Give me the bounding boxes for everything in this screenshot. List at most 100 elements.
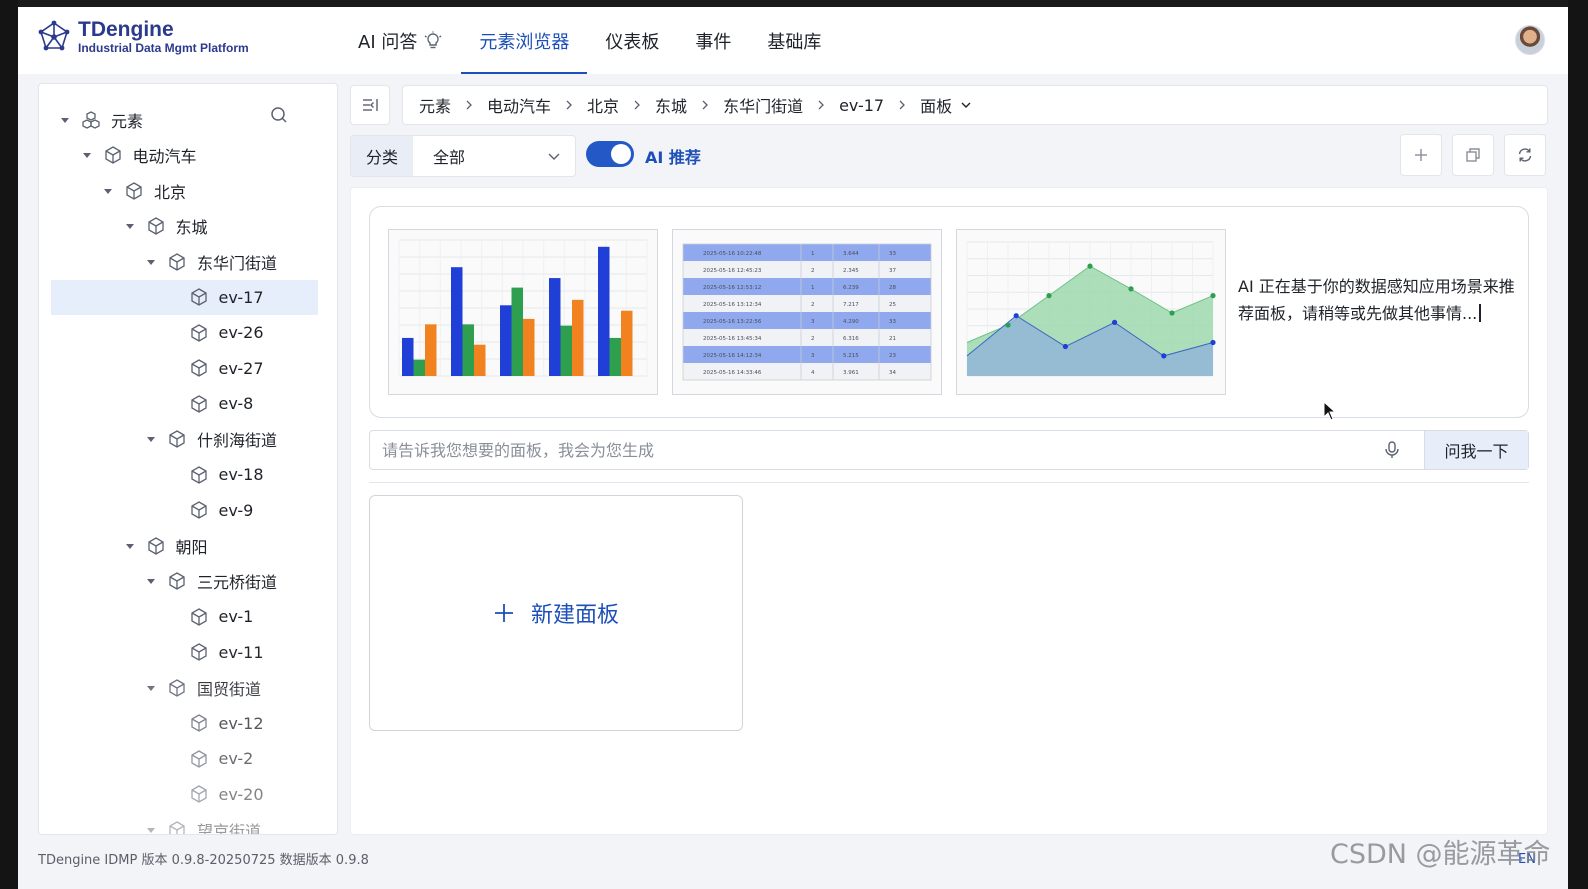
table-thumbnail-graphic: 2025-05-16 10:22:48 1 3.644 332025-05-16 12… [682, 243, 932, 381]
tree-item[interactable]: ev-1 [51, 599, 318, 634]
tree-item[interactable]: 望京街道 [51, 812, 318, 835]
tree-item-label: 东城 [175, 218, 208, 237]
table-cell: 1 [811, 285, 815, 291]
caret-down-icon[interactable] [145, 433, 157, 445]
tree-item[interactable]: ev-27 [51, 351, 318, 386]
ask-input[interactable] [370, 431, 1382, 469]
chevron-right-icon [700, 100, 710, 110]
tree-item[interactable]: ev-26 [51, 315, 318, 350]
caret-down-icon[interactable] [145, 682, 157, 694]
table-cell: 2025-05-16 12:45:23 [703, 268, 762, 274]
nav-dashboard[interactable]: 仪表板 [587, 7, 677, 74]
nav-events[interactable]: 事件 [677, 7, 749, 74]
tree-item-label: ev-18 [218, 465, 264, 484]
breadcrumb-item-beijing[interactable]: 北京 [587, 93, 619, 117]
collapse-sidebar-button[interactable] [350, 85, 390, 125]
copy-panel-button[interactable] [1452, 134, 1494, 176]
cube-icon [190, 465, 207, 484]
breadcrumb-item-elements[interactable]: 元素 [419, 93, 451, 117]
nav-ai-qa[interactable]: AI 问答 [340, 7, 461, 74]
caret-down-icon[interactable] [145, 824, 157, 835]
point-green [1087, 263, 1093, 269]
caret-down-icon[interactable] [145, 575, 157, 587]
caret-down-icon[interactable] [59, 114, 71, 126]
table-cell: 7.217 [843, 302, 859, 308]
table-cell: 2 [811, 336, 815, 342]
chevron-down-icon[interactable] [960, 99, 972, 111]
tree-item-label: 三元桥街道 [197, 573, 278, 592]
point-green [1005, 322, 1011, 328]
tree-item[interactable]: ev-12 [51, 706, 318, 741]
nav-ai-qa-label: AI 问答 [358, 31, 418, 53]
lightbulb-icon [424, 31, 442, 48]
watermark: CSDN @能源革命 [1330, 839, 1551, 870]
caret-down-icon[interactable] [124, 540, 136, 552]
new-panel-label: 新建面板 [530, 603, 619, 628]
logo[interactable]: TDengine Industrial Data Mgmt Platform [36, 19, 249, 55]
caret-down-icon[interactable] [145, 256, 157, 268]
category-filter-label: 分类 [351, 136, 413, 176]
ai-recommend-toggle[interactable] [586, 141, 634, 167]
ask-button[interactable]: 问我一下 [1424, 431, 1528, 469]
tree-item[interactable]: 三元桥街道 [51, 564, 318, 599]
table-cell: 2025-05-16 12:53:12 [703, 285, 761, 291]
point-blue [1112, 319, 1118, 325]
tree-item[interactable]: ev-8 [51, 386, 318, 421]
tree-item[interactable]: ev-17 [51, 279, 318, 315]
breadcrumb-item-ev17[interactable]: ev-17 [839, 96, 884, 115]
breadcrumb-item-ev[interactable]: 电动汽车 [487, 93, 551, 117]
caret-down-icon[interactable] [102, 185, 114, 197]
tree-item-label: ev-12 [218, 713, 264, 733]
tree-item-label: 国贸街道 [197, 679, 262, 699]
tree-scrollbar[interactable] [337, 94, 338, 419]
breadcrumb-item-dongcheng[interactable]: 东城 [655, 93, 687, 117]
bar-chart-thumbnail[interactable] [388, 229, 658, 395]
tree-item[interactable]: ev-20 [51, 777, 318, 812]
tree-item[interactable]: 北京 [51, 173, 318, 208]
bar [500, 305, 512, 376]
tree-item[interactable]: 元素 [51, 102, 318, 137]
breadcrumb-item-street[interactable]: 东华门街道 [723, 93, 803, 117]
bar [523, 318, 535, 376]
tree-item[interactable]: ev-9 [51, 493, 318, 528]
caret-down-icon[interactable] [124, 220, 136, 232]
tree-item[interactable]: ev-18 [51, 457, 318, 492]
tree-item[interactable]: ev-2 [51, 741, 318, 776]
new-panel-card[interactable]: 新建面板 [369, 495, 743, 731]
breadcrumb-item-panels[interactable]: 面板 [920, 93, 952, 117]
category-filter[interactable]: 分类 全部 [350, 135, 576, 177]
cube-icon [126, 181, 142, 200]
table-thumbnail[interactable]: 2025-05-16 10:22:48 1 3.644 33 2025-05-16 12… [672, 229, 942, 395]
user-avatar[interactable] [1515, 25, 1545, 55]
microphone-icon[interactable] [1382, 440, 1402, 460]
tree-item[interactable]: 东华门街道 [51, 244, 318, 279]
area-chart-thumbnail[interactable] [956, 229, 1226, 395]
tree-item-label: ev-27 [218, 358, 264, 378]
nav-element-browser[interactable]: 元素浏览器 [461, 7, 588, 74]
tree-item[interactable]: 电动汽车 [51, 138, 318, 173]
elements-icon [82, 110, 100, 129]
tree-item[interactable]: 东城 [51, 209, 318, 244]
table-cell: 1 [811, 251, 815, 257]
nav-library[interactable]: 基础库 [749, 7, 839, 74]
tree-item[interactable]: ev-11 [51, 635, 318, 670]
bar-chart-thumbnail-graphic [398, 239, 648, 377]
cube-icon [169, 252, 185, 271]
app-window: TDengine Industrial Data Mgmt Platform A… [18, 7, 1568, 889]
tree-item[interactable]: 国贸街道 [51, 670, 318, 705]
add-panel-button[interactable] [1400, 134, 1442, 176]
refresh-button[interactable] [1504, 134, 1546, 176]
logo-subtitle: Industrial Data Mgmt Platform [78, 41, 249, 55]
ai-status-text: AI 正在基于你的数据感知应用场景来推荐面板，请稍等或先做其他事情... [1238, 277, 1515, 323]
bar [609, 337, 621, 376]
tree-item[interactable]: 朝阳 [51, 528, 318, 563]
table-cell: 34 [889, 370, 896, 376]
point-blue [1013, 313, 1019, 319]
caret-down-icon[interactable] [81, 149, 93, 161]
bar [474, 344, 486, 376]
tree-item[interactable]: 什刹海街道 [51, 422, 318, 457]
